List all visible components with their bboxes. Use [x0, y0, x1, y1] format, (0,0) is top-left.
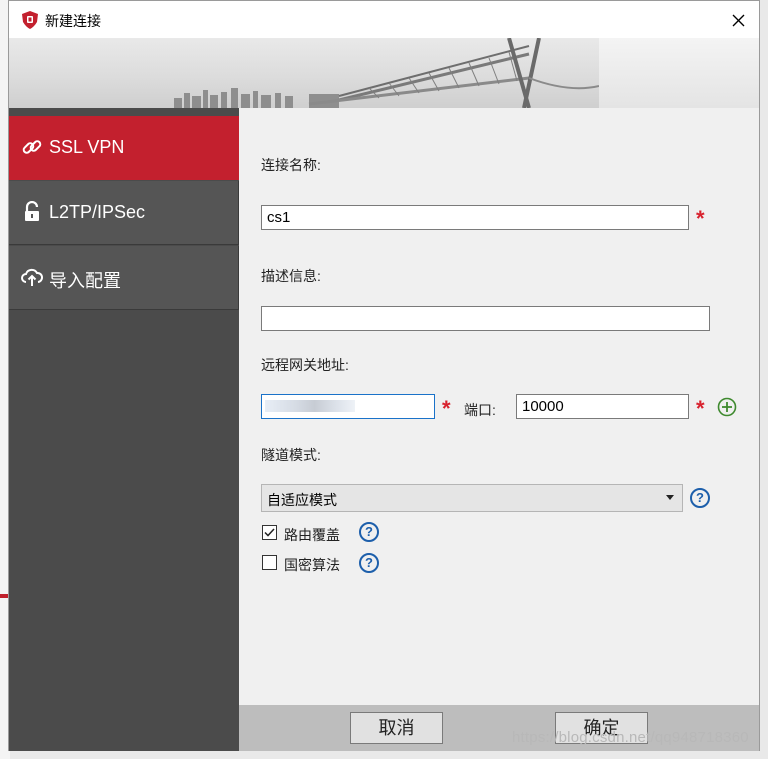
tunnel-mode-select[interactable]: 自适应模式	[261, 484, 683, 512]
port-input[interactable]	[516, 394, 689, 419]
national-crypto-help-icon[interactable]: ?	[359, 553, 379, 573]
description-label: 描述信息:	[261, 268, 321, 284]
close-icon	[732, 14, 745, 27]
tunnel-mode-help-icon[interactable]: ?	[690, 488, 710, 508]
sidebar-item-label: SSL VPN	[49, 137, 125, 157]
cancel-button[interactable]: 取消	[350, 712, 443, 744]
route-override-label: 路由覆盖	[284, 527, 340, 543]
header-banner	[9, 38, 759, 108]
sidebar-item-import-config[interactable]: 导入配置	[9, 246, 239, 310]
connection-name-input[interactable]	[261, 205, 689, 230]
cloud-upload-icon	[21, 268, 43, 286]
connection-form: 连接名称: * 描述信息: 远程网关地址: * 端口: * 隧道模式: 自适应模…	[239, 108, 759, 751]
required-marker: *	[696, 396, 705, 421]
connection-name-label: 连接名称:	[261, 157, 321, 173]
window-title: 新建连接	[45, 13, 101, 29]
sidebar-item-ssl-vpn[interactable]: SSL VPN	[9, 116, 239, 180]
gateway-label: 远程网关地址:	[261, 357, 349, 373]
chevron-down-icon	[666, 495, 674, 500]
port-label: 端口:	[464, 402, 496, 418]
required-marker: *	[696, 206, 705, 231]
shield-logo-icon	[22, 11, 38, 29]
link-icon	[22, 140, 42, 154]
national-crypto-label: 国密算法	[284, 557, 340, 573]
sidebar-item-label: 导入配置	[49, 271, 121, 291]
sidebar-item-label: L2TP/IPSec	[49, 202, 146, 222]
route-override-help-icon[interactable]: ?	[359, 522, 379, 542]
close-button[interactable]	[721, 5, 755, 35]
national-crypto-checkbox[interactable]	[262, 555, 277, 570]
sidebar-item-l2tp-ipsec[interactable]: L2TP/IPSec	[9, 181, 239, 245]
route-override-checkbox[interactable]	[262, 525, 277, 540]
unlock-icon	[25, 201, 39, 221]
new-connection-dialog: 新建连接 SSL VPN L2TP/IPSec 导入配置 连接名称: cs1 *…	[8, 0, 760, 751]
sidebar: SSL VPN L2TP/IPSec 导入配置	[9, 108, 239, 751]
redacted-address	[265, 400, 355, 412]
watermark-text: https://blog.csdn.net/qq948718360	[512, 729, 749, 746]
bridge-skyline-image	[174, 38, 600, 108]
tunnel-mode-label: 隧道模式:	[261, 447, 321, 463]
add-gateway-icon[interactable]	[717, 397, 737, 417]
title-bar: 新建连接	[9, 1, 759, 38]
required-marker: *	[442, 396, 451, 421]
checkmark-icon	[264, 528, 275, 537]
tunnel-mode-value: 自适应模式	[267, 492, 337, 508]
banner-right-panel	[599, 38, 759, 108]
description-input[interactable]	[261, 306, 710, 331]
